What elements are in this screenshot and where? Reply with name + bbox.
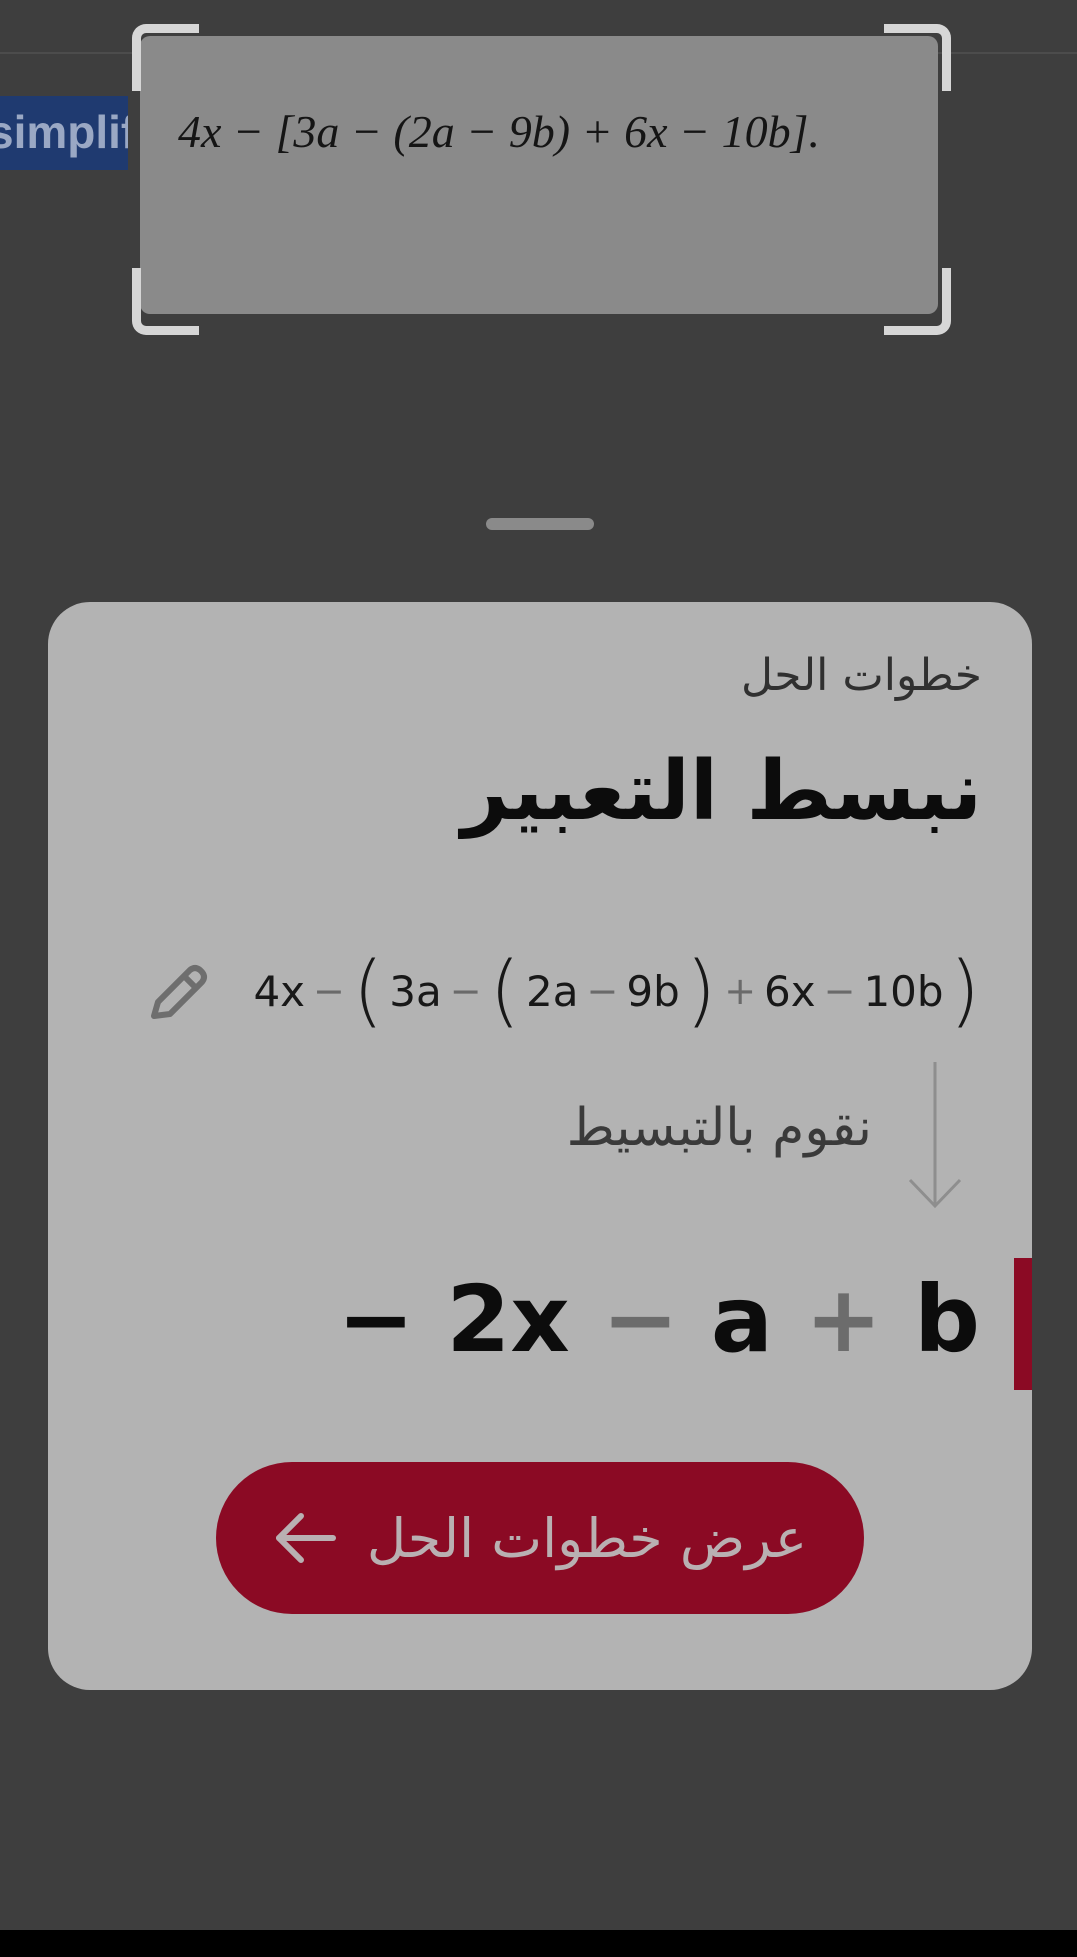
card-caption: خطوات الحل [740, 650, 982, 701]
eq-open-paren: ( [489, 946, 521, 1036]
sheet-drag-handle[interactable] [486, 518, 594, 530]
eq-term: 9b [626, 966, 680, 1016]
eq-close-paren: ) [949, 946, 980, 1036]
eq-term: 4x [253, 966, 306, 1016]
show-steps-button[interactable]: عرض خطوات الحل [216, 1462, 864, 1614]
crop-handle-top-right[interactable] [884, 24, 951, 91]
pencil-icon[interactable] [140, 958, 212, 1030]
eq-operator: − [823, 969, 856, 1013]
eq-operator: − [313, 969, 345, 1013]
crop-handle-top-left[interactable] [132, 24, 199, 91]
crop-handle-bottom-left[interactable] [132, 268, 199, 335]
eq-operator: − [449, 969, 482, 1013]
eq-term: 10b [863, 966, 944, 1016]
step-label: نقوم بالتبسيط [566, 1098, 872, 1158]
original-equation: 4x − ( 3a − ( 2a − 9b ) + 6x − 10b ) [253, 952, 980, 1030]
eq-term: 2a [526, 966, 579, 1016]
solution-card: خطوات الحل نبسط التعبير 4x − ( 3a − ( 2a… [48, 602, 1032, 1690]
result-term: a [710, 1266, 773, 1373]
result-term: − 2x [337, 1266, 570, 1373]
eq-open-paren: ( [352, 946, 384, 1036]
eq-operator: + [724, 969, 757, 1013]
scanned-expression: 4x − [3a − (2a − 9b) + 6x − 10b]. [178, 106, 820, 157]
eq-term: 3a [389, 966, 442, 1016]
arrow-left-icon [275, 1513, 336, 1563]
eq-close-paren: ) [685, 946, 717, 1036]
highlighted-word: simplify [0, 96, 128, 170]
card-title: نبسط التعبير [461, 744, 982, 839]
result-expression: − 2x − a + b [337, 1266, 980, 1373]
eq-operator: − [586, 969, 619, 1013]
crop-handle-bottom-right[interactable] [884, 268, 951, 335]
scan-frame[interactable] [140, 36, 938, 314]
result-marker [1014, 1258, 1032, 1390]
arrow-down-icon [908, 1062, 962, 1209]
eq-term: 6x [764, 966, 816, 1016]
show-steps-label: عرض خطوات الحل [366, 1506, 808, 1570]
system-navigation-bar [0, 1930, 1077, 1957]
result-operator: + [805, 1266, 883, 1373]
result-operator: − [601, 1266, 679, 1373]
result-term: b [914, 1266, 980, 1373]
